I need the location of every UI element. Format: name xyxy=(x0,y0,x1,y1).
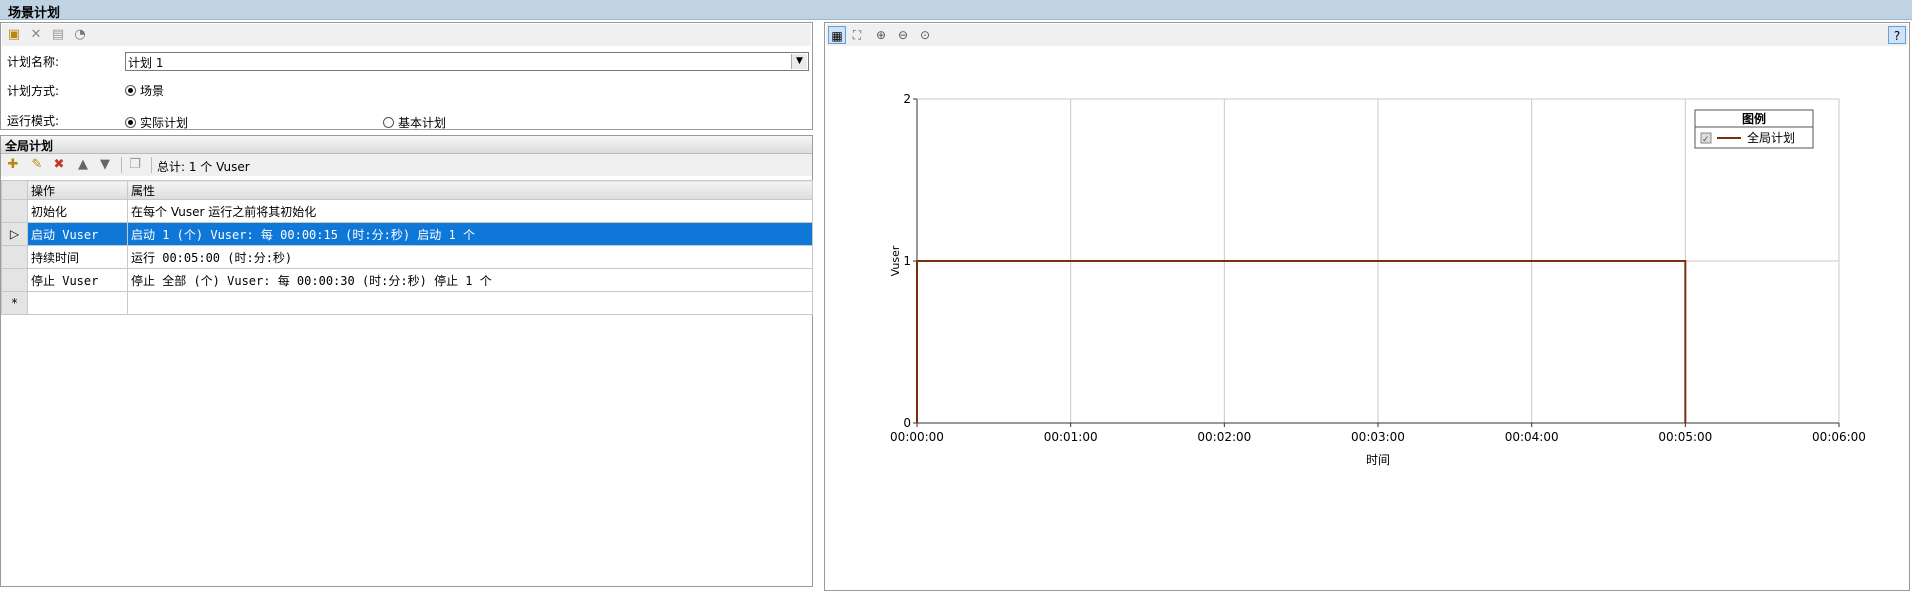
row-header[interactable] xyxy=(1,245,28,269)
plan-name-value: 计划 1 xyxy=(128,56,164,70)
radio-selected-icon xyxy=(125,85,136,96)
mode-radio-basic[interactable]: 基本计划 xyxy=(383,114,446,131)
x-tick-label: 00:04:00 xyxy=(1505,430,1559,444)
y-axis-label: Vuser xyxy=(889,245,902,276)
window-title: 场景计划 xyxy=(8,6,61,21)
legend-item-label: 全局计划 xyxy=(1747,130,1795,145)
row-header[interactable] xyxy=(1,268,28,292)
property-cell[interactable]: 在每个 Vuser 运行之前将其初始化 xyxy=(127,199,813,223)
action-cell[interactable]: 持续时间 xyxy=(27,245,128,269)
check-icon: ✓ xyxy=(1702,135,1710,145)
window-titlebar: 场景计划 xyxy=(0,0,1912,21)
grid-toolbar: ✚ ✎ ✖ ▲ ▼ ❐ 总计: 1 个 Vuser xyxy=(1,154,812,176)
help-icon[interactable]: ? xyxy=(1888,26,1906,44)
y-tick-label: 1 xyxy=(903,254,911,268)
mode-radio-actual[interactable]: 实际计划 xyxy=(125,114,188,131)
table-row-selected[interactable]: ▷ 启动 Vuser 启动 1 (个) Vuser: 每 00:00:15 (时… xyxy=(1,222,813,246)
new-plan-icon[interactable]: ▣ xyxy=(6,27,22,43)
action-cell[interactable]: 停止 Vuser xyxy=(27,268,128,292)
x-tick-label: 00:03:00 xyxy=(1351,430,1405,444)
legend-title: 图例 xyxy=(1742,111,1766,126)
new-row-marker: * xyxy=(1,291,28,315)
plan-name-label: 计划名称: xyxy=(7,55,60,69)
current-row-arrow-icon: ▷ xyxy=(9,227,20,241)
plan-method-label: 计划方式: xyxy=(7,84,60,98)
x-tick-label: 00:01:00 xyxy=(1044,430,1098,444)
run-mode-label: 运行模式: xyxy=(7,114,60,128)
action-cell[interactable] xyxy=(27,291,128,315)
global-plan-title: 全局计划 xyxy=(5,139,54,153)
action-cell[interactable]: 启动 Vuser xyxy=(27,222,128,246)
x-tick-label: 00:05:00 xyxy=(1658,430,1712,444)
add-action-icon[interactable]: ✚ xyxy=(5,157,21,173)
zoom-in-icon[interactable]: ⊕ xyxy=(872,26,890,44)
plan-settings-panel: ▣ ✕ ▤ ◔ 计划名称: 计划 1 ▼ 计划方式: 场景 运行模式: 实际计划… xyxy=(0,22,813,130)
total-vusers: 总计: 1 个 Vuser xyxy=(157,160,250,174)
x-tick-label: 00:06:00 xyxy=(1812,430,1866,444)
chart-toolbar: ▦ ⛶ ⊕ ⊖ ⊙ ? xyxy=(826,24,1908,46)
chart-legend: 图例 ✓ 全局计划 xyxy=(1694,109,1814,149)
actions-grid: 操作 属性 初始化 在每个 Vuser 运行之前将其初始化 ▷ 启动 Vuser… xyxy=(1,180,813,315)
y-tick-label: 2 xyxy=(903,92,911,106)
series-line xyxy=(916,260,1687,423)
x-tick-label: 00:00:00 xyxy=(890,430,944,444)
delete-icon[interactable]: ✕ xyxy=(28,27,44,43)
schedule-icon[interactable]: ◔ xyxy=(72,27,88,43)
x-axis-label: 时间 xyxy=(1366,453,1390,467)
edit-action-icon[interactable]: ✎ xyxy=(29,157,45,173)
table-row[interactable]: 持续时间 运行 00:05:00 (时:分:秒) xyxy=(1,245,813,269)
new-row[interactable]: * xyxy=(1,291,813,315)
move-down-icon[interactable]: ▼ xyxy=(97,157,113,173)
radio-unselected-icon xyxy=(383,117,394,128)
rename-icon[interactable]: ▤ xyxy=(50,27,66,43)
toolbar-divider xyxy=(121,157,122,173)
property-cell[interactable]: 停止 全部 (个) Vuser: 每 00:00:30 (时:分:秒) 停止 1… xyxy=(127,268,813,292)
radio-selected-icon xyxy=(125,117,136,128)
row-header-corner xyxy=(1,180,28,200)
plan-name-select[interactable]: 计划 1 ▼ xyxy=(125,52,809,71)
delete-action-icon[interactable]: ✖ xyxy=(51,157,67,173)
zoom-out-icon[interactable]: ⊖ xyxy=(894,26,912,44)
chart-panel: ▦ ⛶ ⊕ ⊖ ⊙ ? 00:00:00 00:01:00 00:02:00 00:0… xyxy=(824,22,1910,591)
action-cell[interactable]: 初始化 xyxy=(27,199,128,223)
table-row[interactable]: 初始化 在每个 Vuser 运行之前将其初始化 xyxy=(1,199,813,223)
toolbar-divider xyxy=(151,157,152,173)
chevron-down-icon[interactable]: ▼ xyxy=(791,54,807,69)
method-radio-scenario[interactable]: 场景 xyxy=(125,82,164,99)
property-cell[interactable]: 启动 1 (个) Vuser: 每 00:00:15 (时:分:秒) 启动 1 … xyxy=(127,222,813,246)
grid-header-row: 操作 属性 xyxy=(1,180,813,200)
property-cell[interactable]: 运行 00:05:00 (时:分:秒) xyxy=(127,245,813,269)
column-header-property[interactable]: 属性 xyxy=(127,180,813,200)
graph-view-icon[interactable]: ▦ xyxy=(828,26,846,44)
copy-icon[interactable]: ❐ xyxy=(127,157,143,173)
vuser-chart: 00:00:00 00:01:00 00:02:00 00:03:00 00:04:00… xyxy=(889,92,1866,467)
global-plan-panel: 全局计划 ✚ ✎ ✖ ▲ ▼ ❐ 总计: 1 个 Vuser 操作 属性 初始化… xyxy=(0,135,813,587)
move-up-icon[interactable]: ▲ xyxy=(75,157,91,173)
x-tick-label: 00:02:00 xyxy=(1197,430,1251,444)
property-cell[interactable] xyxy=(127,291,813,315)
row-header[interactable] xyxy=(1,199,28,223)
plan-toolbar: ▣ ✕ ▤ ◔ xyxy=(2,24,811,46)
y-tick-label: 0 xyxy=(903,416,911,430)
row-header[interactable]: ▷ xyxy=(1,222,28,246)
table-row[interactable]: 停止 Vuser 停止 全部 (个) Vuser: 每 00:00:30 (时:… xyxy=(1,268,813,292)
fit-view-icon[interactable]: ⛶ xyxy=(848,26,866,44)
global-plan-header: 全局计划 xyxy=(1,136,812,154)
column-header-action[interactable]: 操作 xyxy=(27,180,128,200)
zoom-reset-icon[interactable]: ⊙ xyxy=(916,26,934,44)
